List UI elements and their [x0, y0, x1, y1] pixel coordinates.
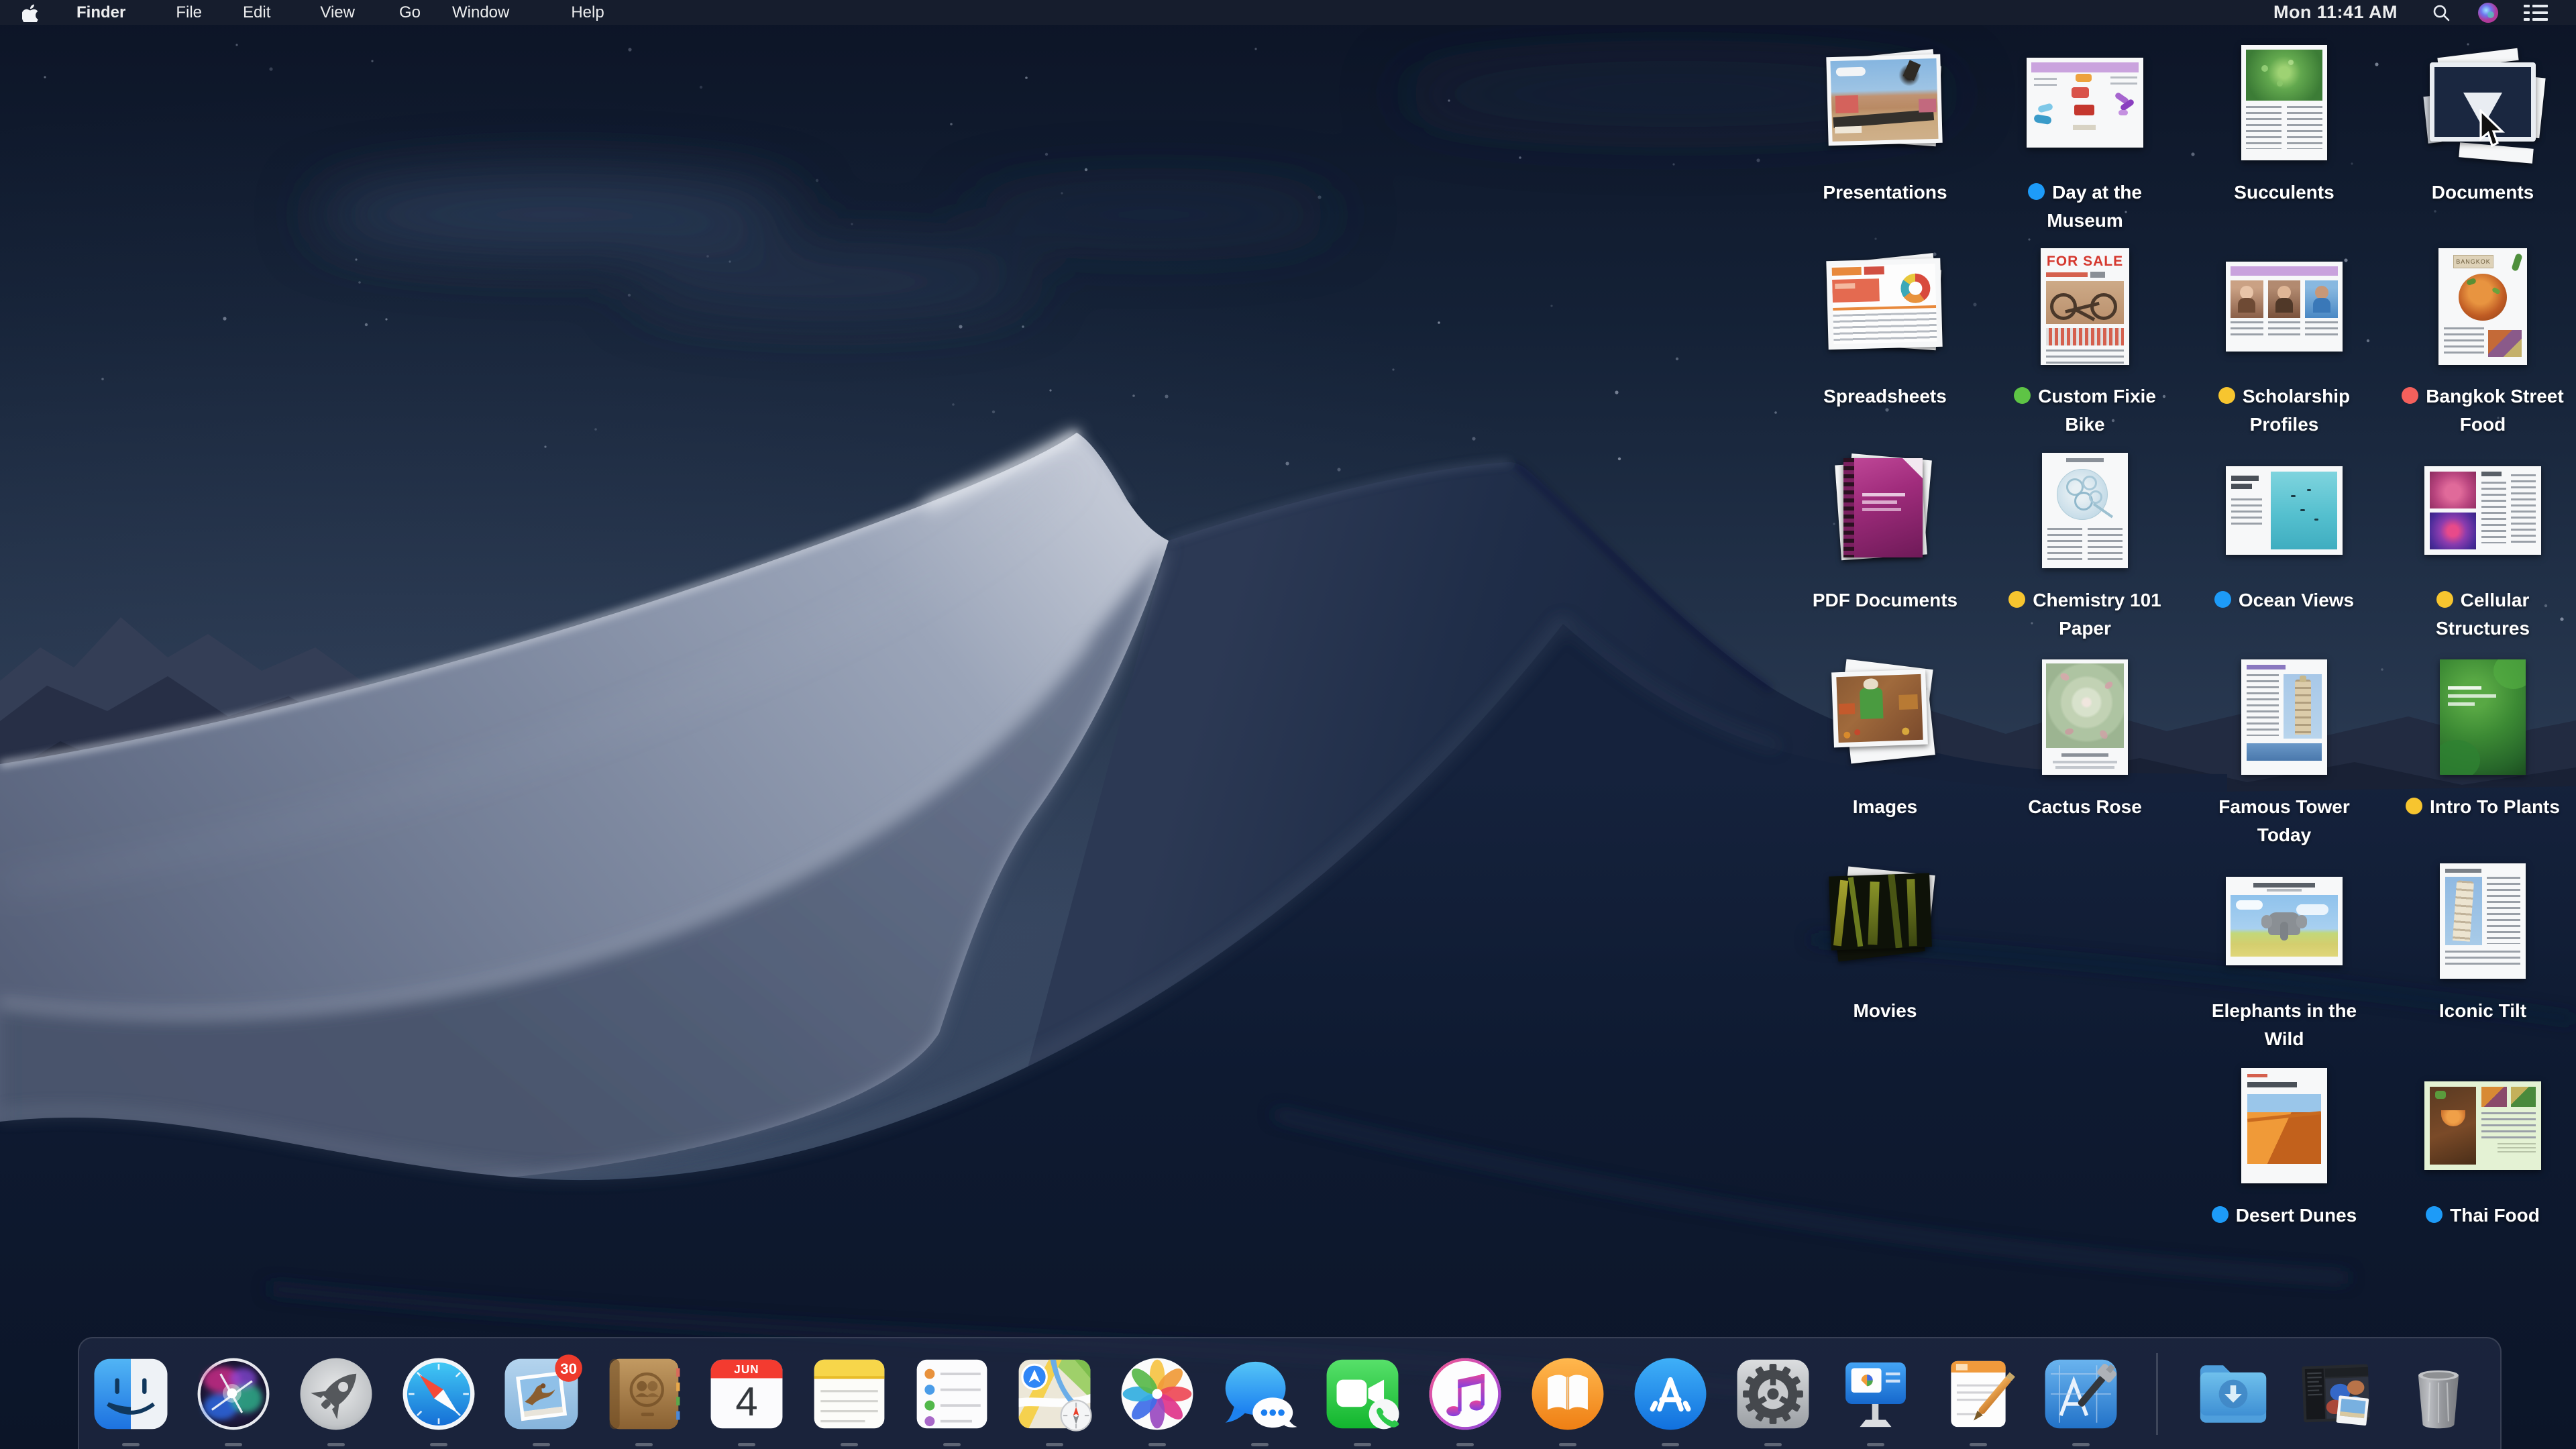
- svg-text:4: 4: [735, 1379, 757, 1424]
- svg-text:30: 30: [560, 1360, 577, 1377]
- svg-text:JUN: JUN: [734, 1363, 759, 1376]
